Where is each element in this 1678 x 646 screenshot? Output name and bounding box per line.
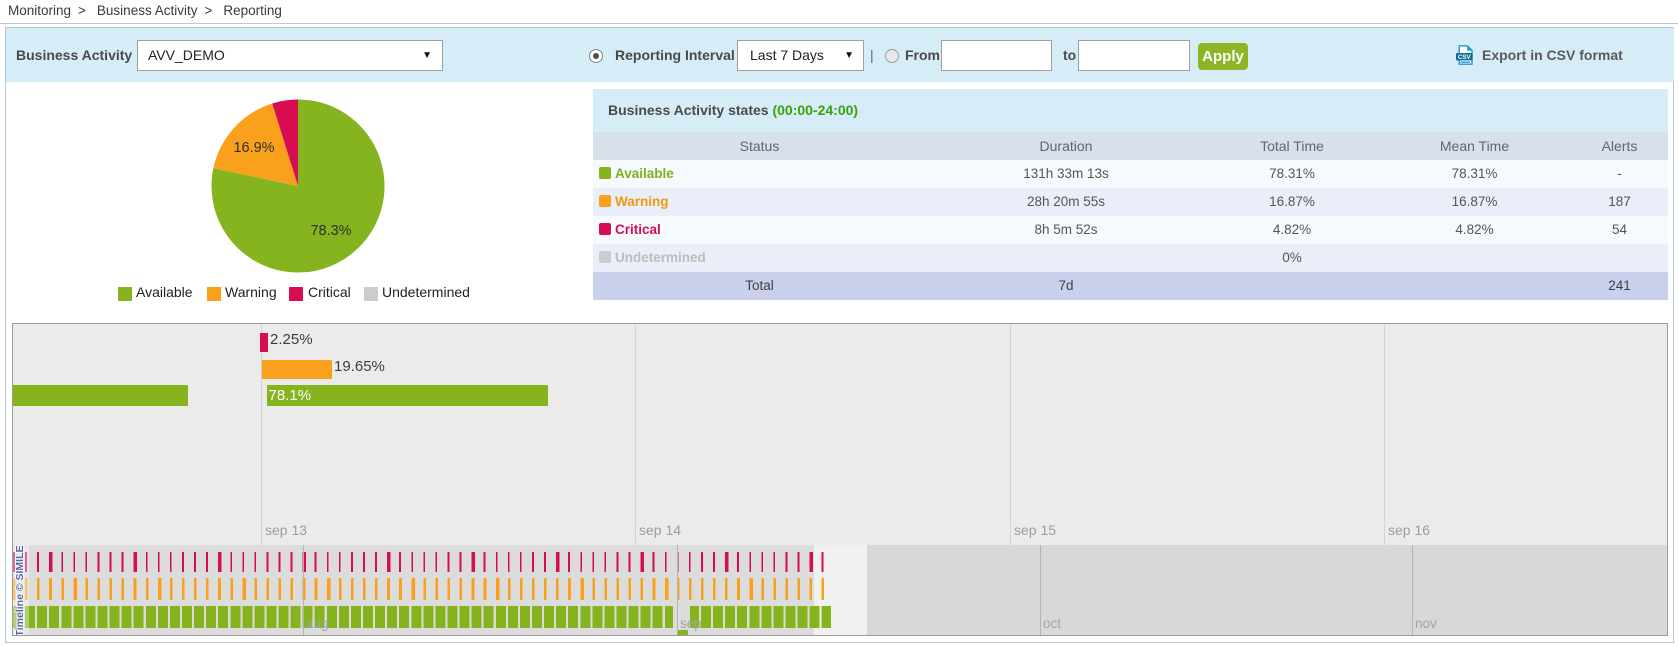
svg-text:78.3%: 78.3%	[310, 223, 351, 239]
svg-text:16.9%: 16.9%	[233, 140, 274, 156]
svg-text:CSV: CSV	[1458, 54, 1472, 61]
